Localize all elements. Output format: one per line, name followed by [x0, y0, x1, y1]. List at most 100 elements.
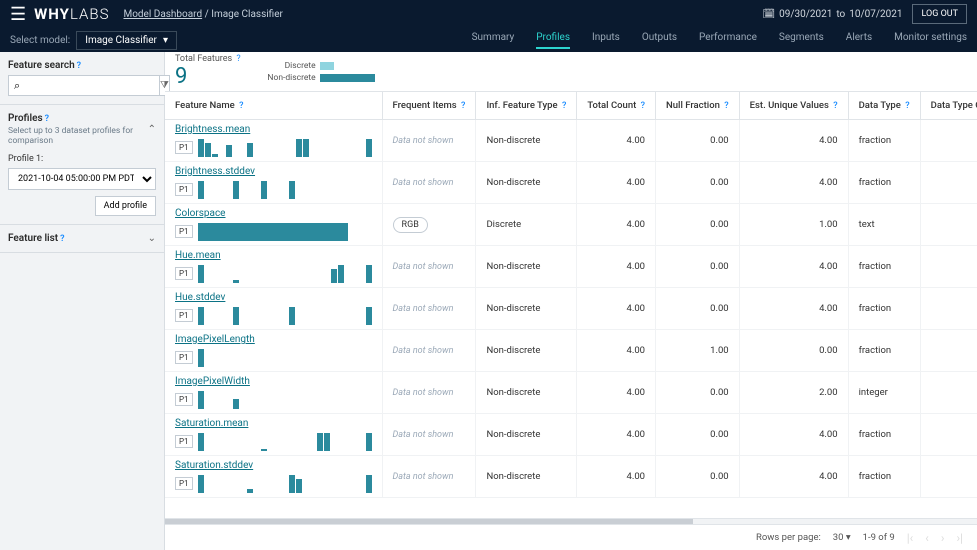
- help-icon[interactable]: ?: [77, 61, 81, 71]
- feature-link[interactable]: Colorspace: [175, 208, 372, 219]
- histogram: P1: [175, 347, 372, 367]
- total-count-value: 4.00: [577, 288, 656, 330]
- help-icon[interactable]: ?: [641, 101, 645, 111]
- tab-alerts[interactable]: Alerts: [846, 32, 872, 49]
- chevron-up-icon[interactable]: ⌃: [148, 124, 156, 135]
- data-type-value: integer: [848, 372, 920, 414]
- table-row: Hue.meanP1Data not shownNon-discrete4.00…: [165, 246, 977, 288]
- histogram: P1: [175, 431, 372, 451]
- col-header[interactable]: Data Type Count ?: [920, 92, 977, 120]
- col-header[interactable]: Inf. Feature Type ?: [476, 92, 577, 120]
- feature-link[interactable]: Saturation.mean: [175, 418, 372, 429]
- profile-1-label: Profile 1:: [8, 154, 156, 164]
- total-count-value: 4.00: [577, 456, 656, 498]
- col-header[interactable]: Total Count ?: [577, 92, 656, 120]
- tab-summary[interactable]: Summary: [472, 32, 515, 49]
- pagination-footer: Rows per page: 30 ▾ 1-9 of 9 |‹ ‹ › ›|: [165, 524, 977, 550]
- logout-button[interactable]: LOG OUT: [912, 4, 967, 24]
- null-fraction-value: 0.00: [656, 246, 740, 288]
- tab-monitor-settings[interactable]: Monitor settings: [894, 32, 967, 49]
- pagination-range: 1-9 of 9: [863, 532, 895, 543]
- data-type-value: fraction: [848, 288, 920, 330]
- table-row: ColorspaceP1RGBDiscrete4.000.001.00text4…: [165, 204, 977, 246]
- tab-outputs[interactable]: Outputs: [642, 32, 677, 49]
- col-header[interactable]: Data Type ?: [848, 92, 920, 120]
- chevron-down-icon[interactable]: ⌄: [148, 233, 156, 244]
- null-fraction-value: 1.00: [656, 330, 740, 372]
- page-next-icon[interactable]: ›: [941, 531, 945, 545]
- feature-link[interactable]: Hue.stddev: [175, 292, 372, 303]
- profile-tag: P1: [175, 435, 193, 448]
- help-icon[interactable]: ?: [239, 101, 243, 111]
- help-icon[interactable]: ?: [236, 54, 240, 64]
- total-count-value: 4.00: [577, 162, 656, 204]
- page-last-icon[interactable]: ›|: [956, 531, 963, 545]
- feature-link[interactable]: ImagePixelWidth: [175, 376, 372, 387]
- help-icon[interactable]: ?: [905, 101, 909, 111]
- nav-tabs: Summary Profiles Inputs Outputs Performance S…: [472, 32, 967, 49]
- menu-icon[interactable]: ☰: [10, 4, 26, 25]
- feature-type-value: Non-discrete: [476, 288, 577, 330]
- profile-select[interactable]: 2021-10-04 05:00:00 PM PDT: [8, 168, 156, 190]
- feature-link[interactable]: Saturation.stddev: [175, 460, 372, 471]
- page-prev-icon[interactable]: ‹: [925, 531, 929, 545]
- null-fraction-value: 0.00: [656, 120, 740, 162]
- feature-link[interactable]: ImagePixelLength: [175, 334, 372, 345]
- tab-inputs[interactable]: Inputs: [592, 32, 620, 49]
- frequent-items-value: Data not shown: [393, 346, 454, 356]
- data-type-count-value: 0.00: [920, 330, 977, 372]
- distribution-legend: Discrete Non-discrete: [261, 61, 375, 83]
- help-icon[interactable]: ?: [60, 234, 64, 244]
- total-count-value: 4.00: [577, 372, 656, 414]
- data-type-value: fraction: [848, 456, 920, 498]
- rows-per-page-select[interactable]: 30 ▾: [833, 532, 851, 543]
- feature-type-value: Discrete: [476, 204, 577, 246]
- tab-profiles[interactable]: Profiles: [536, 32, 570, 49]
- tab-performance[interactable]: Performance: [699, 32, 757, 49]
- data-grid[interactable]: Feature Name ?Frequent Items ?Inf. Featu…: [165, 92, 977, 518]
- data-type-count-value: 4.00: [920, 120, 977, 162]
- total-features-label: Total Features ?: [175, 54, 241, 64]
- frequent-items-value: Data not shown: [393, 388, 454, 398]
- profile-tag: P1: [175, 477, 193, 490]
- profiles-subtitle: Select up to 3 dataset profiles for comp…: [8, 126, 148, 146]
- help-icon[interactable]: ?: [562, 101, 566, 111]
- date-range[interactable]: 🗓 09/30/2021 to 10/07/2021: [762, 9, 902, 20]
- profiles-title: Profiles?: [8, 113, 148, 124]
- page-first-icon[interactable]: |‹: [907, 531, 914, 545]
- unique-values-value: 4.00: [739, 120, 848, 162]
- col-header[interactable]: Feature Name ?: [165, 92, 382, 120]
- feature-type-value: Non-discrete: [476, 120, 577, 162]
- help-icon[interactable]: ?: [833, 101, 837, 111]
- null-fraction-value: 0.00: [656, 288, 740, 330]
- table-row: ImagePixelLengthP1Data not shownNon-disc…: [165, 330, 977, 372]
- unique-values-value: 4.00: [739, 456, 848, 498]
- model-select[interactable]: Image Classifier▾: [76, 31, 177, 50]
- horizontal-scrollbar[interactable]: [165, 518, 977, 524]
- col-header[interactable]: Null Fraction ?: [656, 92, 740, 120]
- add-profile-button[interactable]: Add profile: [95, 196, 156, 216]
- topbar: ☰ WHYLABS Model Dashboard / Image Classi…: [0, 0, 977, 52]
- col-header[interactable]: Frequent Items ?: [382, 92, 476, 120]
- logo: WHYLABS: [34, 5, 109, 23]
- help-icon[interactable]: ?: [45, 114, 49, 124]
- search-input[interactable]: [8, 75, 160, 96]
- data-type-count-value: 4.00: [920, 288, 977, 330]
- table-row: Saturation.stddevP1Data not shownNon-dis…: [165, 456, 977, 498]
- help-icon[interactable]: ?: [461, 101, 465, 111]
- feature-link[interactable]: Brightness.stddev: [175, 166, 372, 177]
- help-icon[interactable]: ?: [724, 101, 728, 111]
- data-type-value: fraction: [848, 120, 920, 162]
- data-type-count-value: 4.00: [920, 162, 977, 204]
- data-type-count-value: 4.00: [920, 246, 977, 288]
- col-header[interactable]: Est. Unique Values ?: [739, 92, 848, 120]
- null-fraction-value: 0.00: [656, 162, 740, 204]
- tab-segments[interactable]: Segments: [779, 32, 824, 49]
- feature-link[interactable]: Hue.mean: [175, 250, 372, 261]
- total-features-value: 9: [175, 64, 241, 89]
- null-fraction-value: 0.00: [656, 372, 740, 414]
- breadcrumb-link[interactable]: Model Dashboard: [123, 9, 202, 20]
- feature-link[interactable]: Brightness.mean: [175, 124, 372, 135]
- data-type-count-value: 4.00: [920, 414, 977, 456]
- data-type-value: fraction: [848, 246, 920, 288]
